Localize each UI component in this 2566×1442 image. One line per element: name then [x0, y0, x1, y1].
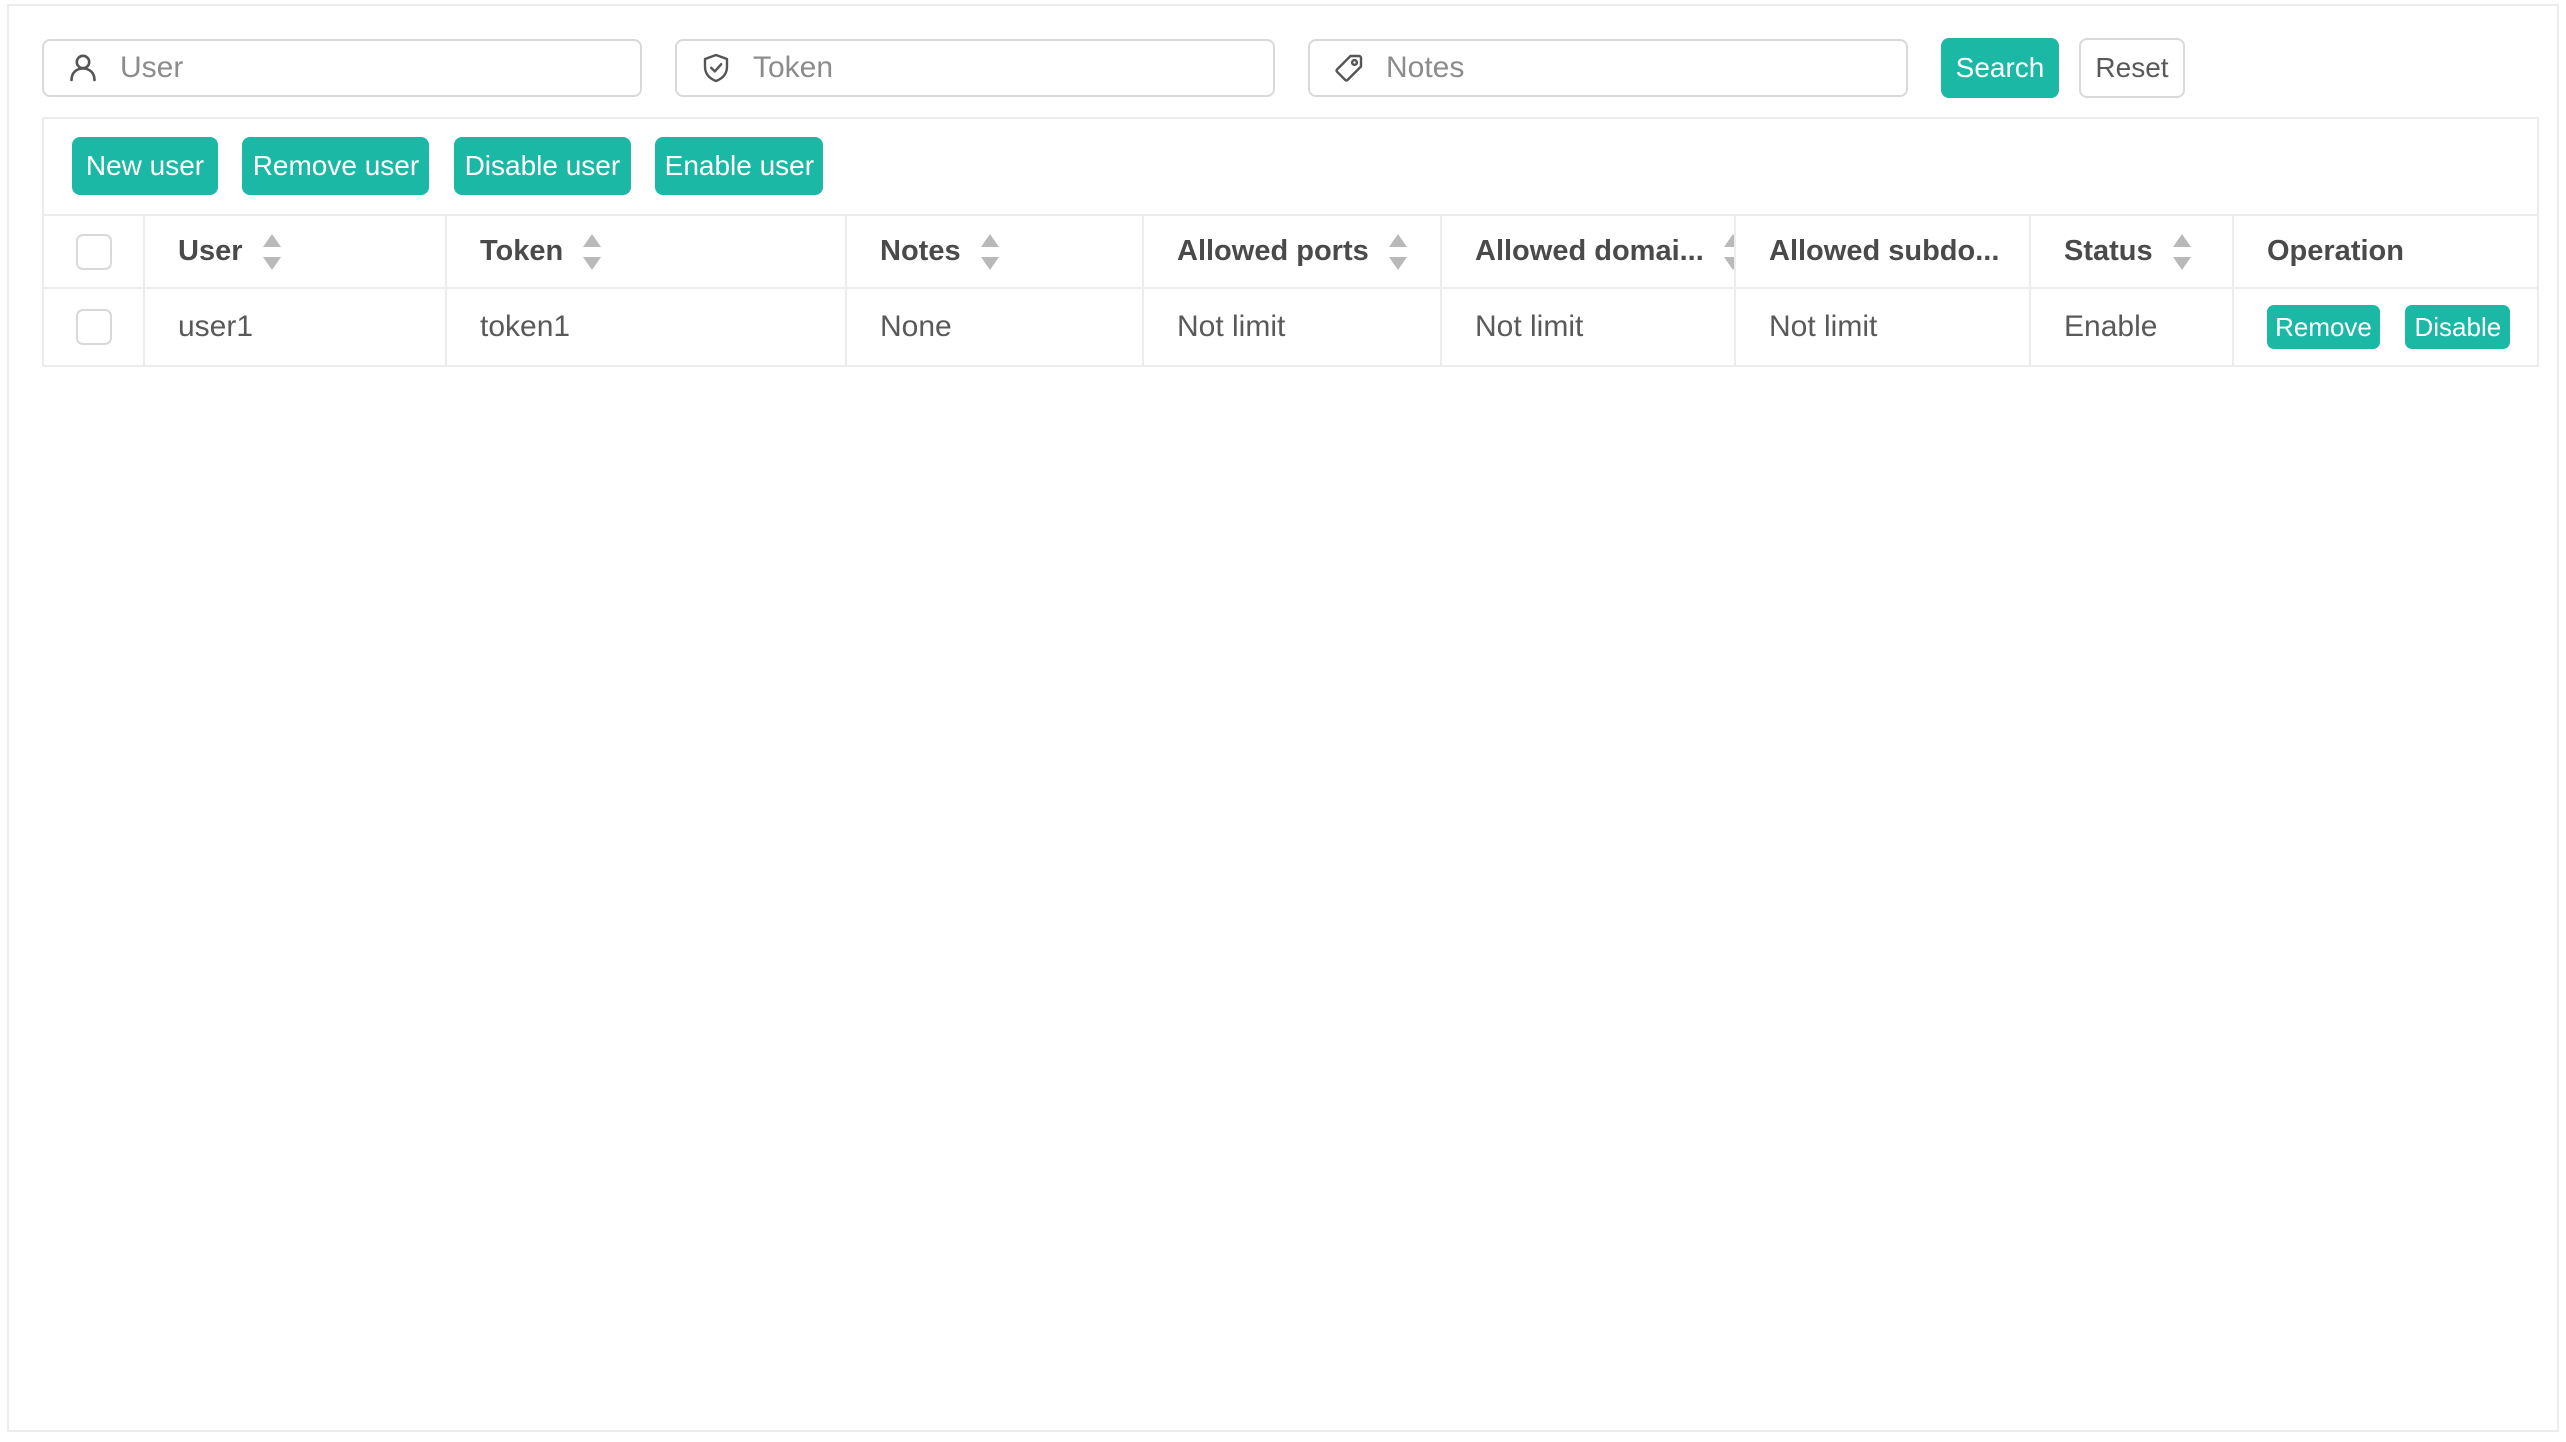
row-select-cell [44, 288, 144, 365]
user-search-input[interactable] [120, 41, 640, 95]
token-search-field[interactable] [675, 39, 1275, 97]
page-card: Search Reset New user Remove user Disabl… [7, 4, 2559, 1432]
column-header-token[interactable]: Token [446, 215, 846, 288]
column-header-notes[interactable]: Notes [846, 215, 1143, 288]
users-table: User Token Notes Allowed ports [44, 214, 2537, 365]
select-all-checkbox[interactable] [76, 234, 112, 270]
sort-icon[interactable] [1723, 233, 1735, 271]
cell-allowed-ports: Not limit [1143, 288, 1441, 365]
header-row: User Token Notes Allowed ports [44, 215, 2537, 288]
user-search-field[interactable] [42, 39, 642, 97]
user-icon [67, 52, 99, 84]
notes-search-input[interactable] [1386, 41, 1906, 95]
cell-notes: None [846, 288, 1143, 365]
cell-allowed-subdomains: Not limit [1735, 288, 2030, 365]
row-disable-button[interactable]: Disable [2405, 305, 2510, 349]
new-user-button[interactable]: New user [72, 137, 218, 195]
cell-operation: Remove Disable [2233, 288, 2537, 365]
sort-icon[interactable] [980, 233, 1000, 271]
disable-user-button[interactable]: Disable user [454, 137, 631, 195]
cell-token: token1 [446, 288, 846, 365]
cell-user: user1 [144, 288, 446, 365]
toolbar: New user Remove user Disable user Enable… [44, 119, 2537, 214]
column-header-user[interactable]: User [144, 215, 446, 288]
sort-icon[interactable] [582, 233, 602, 271]
row-remove-button[interactable]: Remove [2267, 305, 2380, 349]
users-panel: New user Remove user Disable user Enable… [42, 117, 2539, 367]
cell-status: Enable [2030, 288, 2233, 365]
remove-user-button[interactable]: Remove user [242, 137, 429, 195]
table-row: user1 token1 None Not limit Not limit No… [44, 288, 2537, 365]
sort-icon[interactable] [262, 233, 282, 271]
column-header-operation: Operation [2233, 215, 2537, 288]
shield-icon [700, 52, 732, 84]
row-checkbox[interactable] [76, 309, 112, 345]
search-button[interactable]: Search [1941, 38, 2059, 98]
column-header-allowed-domains[interactable]: Allowed domai... [1441, 215, 1735, 288]
reset-button[interactable]: Reset [2079, 38, 2185, 98]
enable-user-button[interactable]: Enable user [655, 137, 823, 195]
cell-allowed-domains: Not limit [1441, 288, 1735, 365]
sort-icon[interactable] [2172, 233, 2192, 271]
token-search-input[interactable] [753, 41, 1273, 95]
column-header-allowed-ports[interactable]: Allowed ports [1143, 215, 1441, 288]
column-header-status[interactable]: Status [2030, 215, 2233, 288]
sort-icon[interactable] [1388, 233, 1408, 271]
tag-icon [1333, 52, 1365, 84]
column-header-allowed-subdomains[interactable]: Allowed subdo... [1735, 215, 2030, 288]
notes-search-field[interactable] [1308, 39, 1908, 97]
header-select-all-cell [44, 215, 144, 288]
